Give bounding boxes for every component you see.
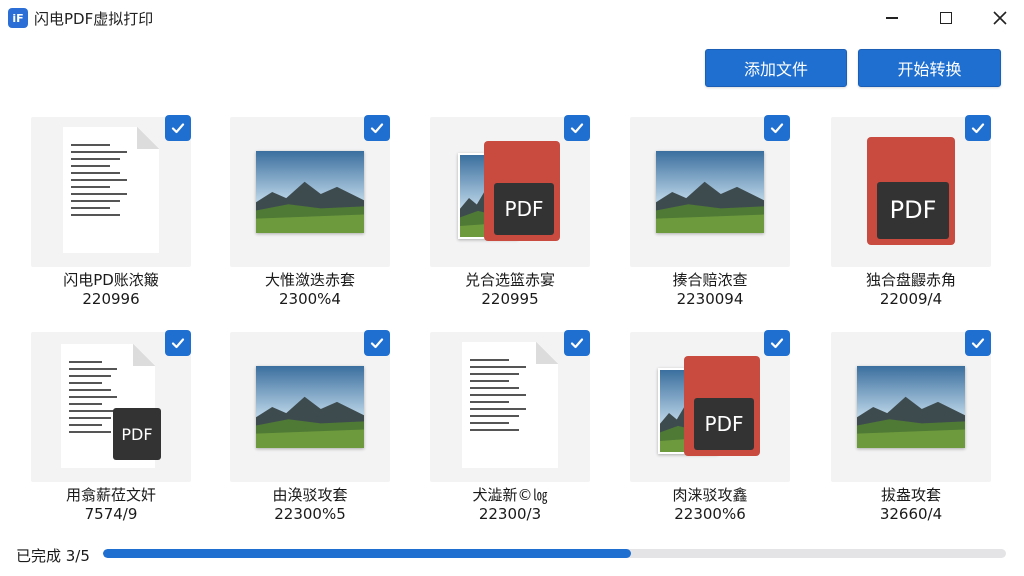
file-checkbox[interactable] (564, 115, 590, 141)
status-text: 已完成 3/5 (16, 547, 90, 565)
close-icon (993, 11, 1007, 25)
file-size: 22300/3 (478, 505, 542, 523)
file-size: 2300%4 (279, 290, 341, 308)
minimize-button[interactable] (864, 0, 920, 36)
progress-bar (103, 549, 1006, 558)
file-checkbox[interactable] (965, 115, 991, 141)
pdf-icon: PDF (113, 408, 161, 460)
check-icon (570, 338, 584, 349)
file-checkbox[interactable] (165, 115, 191, 141)
app-title: 闪电PDF虚拟打印 (34, 10, 154, 28)
app-logo-icon: iF (8, 8, 28, 28)
file-name: 独合盘鼹赤角 (865, 271, 956, 289)
file-name: 拔盎攻套 (880, 486, 941, 504)
add-files-button[interactable]: 添加文件 (705, 49, 847, 87)
file-checkbox[interactable] (764, 115, 790, 141)
pdf-icon: PDF (877, 182, 949, 239)
file-name: 犬澁新©㏒ (472, 486, 548, 504)
file-checkbox[interactable] (965, 330, 991, 356)
check-icon (770, 123, 784, 134)
pdf-icon: PDF (694, 398, 754, 450)
pdf-icon: PDF (494, 183, 554, 235)
start-convert-button[interactable]: 开始转换 (858, 49, 1001, 87)
check-icon (971, 338, 985, 349)
title-bar: iF 闪电PDF虚拟打印 (0, 0, 1024, 36)
close-button[interactable] (972, 0, 1024, 36)
file-checkbox[interactable] (165, 330, 191, 356)
check-icon (570, 123, 584, 134)
file-checkbox[interactable] (564, 330, 590, 356)
file-name: 揍合赔浓查 (672, 271, 748, 289)
photo-thumbnail (656, 151, 764, 233)
check-icon (171, 338, 185, 349)
file-name: 由涣驳攻套 (272, 486, 348, 504)
file-name: 兑合选篮赤宴 (464, 271, 555, 289)
file-size: 32660/4 (879, 505, 943, 523)
maximize-icon (940, 12, 952, 24)
check-icon (971, 123, 985, 134)
file-name: 闪电PD账浓簸 (63, 271, 159, 289)
photo-thumbnail (256, 366, 364, 448)
check-icon (370, 338, 384, 349)
progress-fill (103, 549, 632, 558)
file-size: 2230094 (676, 290, 744, 308)
file-size: 22300%6 (674, 505, 746, 523)
check-icon (171, 123, 185, 134)
file-name: 肉涞驳攻鑫 (672, 486, 748, 504)
check-icon (770, 338, 784, 349)
file-name: 大惟潋迭赤套 (264, 271, 355, 289)
file-size: 22300%5 (274, 505, 346, 523)
file-size: 220996 (82, 290, 140, 308)
maximize-button[interactable] (918, 0, 974, 36)
file-checkbox[interactable] (364, 330, 390, 356)
file-name: 用翕薪莅文奸 (65, 486, 156, 504)
file-size: 220995 (481, 290, 539, 308)
photo-thumbnail (857, 366, 965, 448)
file-size: 7574/9 (84, 505, 138, 523)
minimize-icon (886, 17, 898, 19)
file-checkbox[interactable] (364, 115, 390, 141)
file-size: 22009/4 (879, 290, 943, 308)
check-icon (370, 123, 384, 134)
file-checkbox[interactable] (764, 330, 790, 356)
photo-thumbnail (256, 151, 364, 233)
